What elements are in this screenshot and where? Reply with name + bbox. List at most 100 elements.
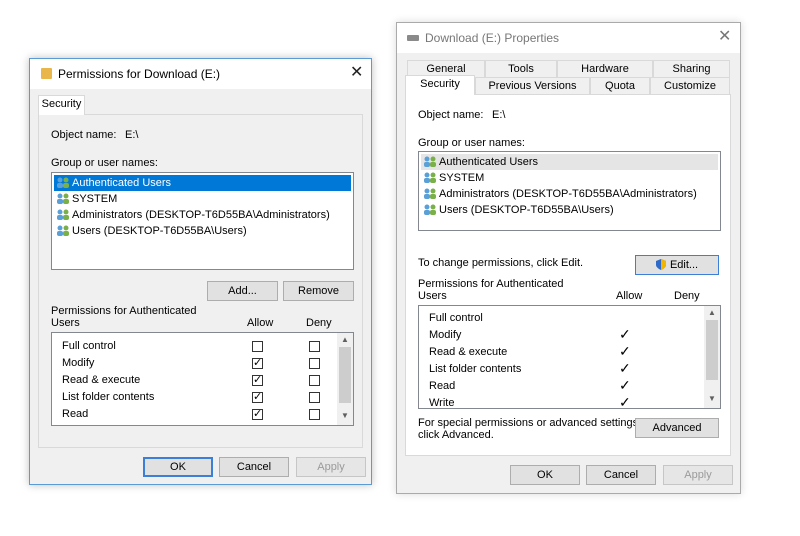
allow-checkbox-read-execute[interactable]: ✓	[252, 374, 263, 386]
add-button[interactable]: Add...	[207, 281, 278, 301]
user-name: SYSTEM	[439, 172, 485, 184]
check-icon: ✓	[619, 343, 631, 359]
allow-checkbox-modify[interactable]: ✓	[252, 357, 263, 369]
permission-name: Modify	[429, 329, 462, 341]
list-item[interactable]: SYSTEM	[421, 170, 718, 186]
tab-customize[interactable]: Customize	[650, 77, 730, 95]
permission-scrollbar[interactable]: ▲ ▼	[337, 333, 353, 425]
chevron-up-icon[interactable]: ▲	[337, 335, 353, 345]
users-icon	[423, 172, 437, 184]
tab-tools[interactable]: Tools	[485, 60, 557, 78]
tab-hardware[interactable]: Hardware	[557, 60, 653, 78]
list-item[interactable]: Administrators (DESKTOP-T6D55BA\Administ…	[54, 207, 351, 223]
permissions-dialog: Permissions for Download (E:) ✕ Security…	[29, 58, 372, 485]
properties-dialog: Download (E:) Properties ✕ General Tools…	[396, 22, 741, 494]
allow-checkbox-list-folder[interactable]: ✓	[252, 391, 263, 403]
tab-label: Previous Versions	[488, 80, 577, 92]
list-item[interactable]: Authenticated Users	[54, 175, 351, 191]
allow-checkbox-full-control[interactable]	[252, 341, 263, 352]
check-icon: ✓	[253, 408, 263, 420]
list-item[interactable]: Users (DESKTOP-T6D55BA\Users)	[421, 202, 718, 218]
remove-button[interactable]: Remove	[283, 281, 354, 301]
tab-security[interactable]: Security	[405, 75, 475, 95]
tab-quota[interactable]: Quota	[590, 77, 650, 95]
permission-name: List folder contents	[62, 391, 155, 403]
check-icon: ✓	[619, 360, 631, 376]
deny-checkbox-read-execute[interactable]	[309, 375, 320, 386]
users-icon	[423, 156, 437, 168]
permission-name: Read	[429, 380, 456, 392]
permission-name: Modify	[62, 357, 95, 369]
users-icon	[56, 193, 70, 205]
folder-icon	[41, 68, 52, 79]
tab-label: Hardware	[581, 63, 629, 75]
deny-checkbox-read[interactable]	[309, 409, 320, 420]
object-name-value: E:\	[492, 109, 506, 121]
properties-title: Download (E:) Properties	[425, 31, 560, 45]
users-icon	[423, 188, 437, 200]
change-permissions-text: To change permissions, click Edit.	[418, 257, 584, 269]
close-icon[interactable]: ✕	[350, 65, 363, 81]
tab-sharing[interactable]: Sharing	[653, 60, 730, 78]
close-icon[interactable]: ✕	[718, 29, 731, 45]
user-name: Administrators (DESKTOP-T6D55BA\Administ…	[439, 188, 697, 200]
check-icon: ✓	[619, 377, 631, 393]
tab-label: Tools	[508, 63, 534, 75]
user-name: Authenticated Users	[439, 156, 539, 168]
user-name: Administrators (DESKTOP-T6D55BA\Administ…	[72, 209, 330, 221]
list-item[interactable]: Authenticated Users	[421, 154, 718, 170]
permission-scrollbar[interactable]: ▲ ▼	[704, 306, 720, 408]
ok-button[interactable]: OK	[143, 457, 213, 477]
users-icon	[56, 209, 70, 221]
deny-checkbox-modify[interactable]	[309, 358, 320, 369]
advanced-button[interactable]: Advanced	[635, 418, 719, 438]
permission-row: List folder contents	[62, 391, 154, 403]
permission-name: Read & execute	[62, 374, 141, 386]
deny-checkbox-list-folder[interactable]	[309, 392, 320, 403]
drive-icon	[407, 35, 419, 41]
deny-checkbox-next[interactable]	[309, 425, 320, 426]
security-tab-panel: Object name: E:\ Group or user names: Au…	[405, 94, 731, 456]
check-icon: ✓	[253, 391, 263, 403]
permission-row: Read	[429, 380, 455, 392]
cancel-button[interactable]: Cancel	[219, 457, 289, 477]
deny-checkbox-full-control[interactable]	[309, 341, 320, 352]
permission-row: Read & execute	[429, 346, 507, 358]
user-name: Users (DESKTOP-T6D55BA\Users)	[72, 225, 247, 237]
permissions-titlebar[interactable]: Permissions for Download (E:) ✕	[30, 59, 371, 89]
user-list[interactable]: Authenticated Users SYSTEM Administrator…	[418, 151, 721, 231]
permission-list[interactable]: Full control Modify Read & execute List …	[51, 332, 354, 426]
chevron-down-icon[interactable]: ▼	[704, 394, 720, 404]
scrollbar-thumb[interactable]	[706, 320, 718, 380]
list-item[interactable]: Administrators (DESKTOP-T6D55BA\Administ…	[421, 186, 718, 202]
scrollbar-thumb[interactable]	[339, 347, 351, 403]
permission-list[interactable]: Full control Modify Read & execute List …	[418, 305, 721, 409]
tab-label: Sharing	[672, 63, 711, 75]
edit-button[interactable]: Edit...	[635, 255, 719, 275]
cancel-button[interactable]: Cancel	[586, 465, 656, 485]
allow-checkbox-read[interactable]: ✓	[252, 408, 263, 420]
chevron-down-icon[interactable]: ▼	[337, 411, 353, 421]
tab-label: Customize	[664, 80, 716, 92]
object-name-label: Object name:	[51, 129, 117, 141]
check-icon: ✓	[253, 374, 263, 386]
group-names-label: Group or user names:	[51, 157, 158, 169]
tab-previous-versions[interactable]: Previous Versions	[475, 77, 590, 95]
list-item[interactable]: Users (DESKTOP-T6D55BA\Users)	[54, 223, 351, 239]
tab-security[interactable]: Security	[38, 95, 85, 115]
list-item[interactable]: SYSTEM	[54, 191, 351, 207]
tab-label: Quota	[605, 80, 635, 92]
allow-checkbox-next[interactable]	[252, 425, 263, 426]
apply-button[interactable]: Apply	[296, 457, 366, 477]
properties-titlebar[interactable]: Download (E:) Properties ✕	[397, 23, 740, 53]
permission-row: Full control	[429, 312, 483, 324]
apply-button[interactable]: Apply	[663, 465, 733, 485]
object-name-label: Object name:	[418, 109, 484, 121]
ok-button[interactable]: OK	[510, 465, 580, 485]
chevron-up-icon[interactable]: ▲	[704, 308, 720, 318]
check-icon: ✓	[253, 357, 263, 369]
users-icon	[56, 177, 70, 189]
edit-label: Edit...	[669, 259, 699, 271]
deny-column-header: Deny	[674, 290, 700, 302]
user-list[interactable]: Authenticated Users SYSTEM Administrator…	[51, 172, 354, 270]
